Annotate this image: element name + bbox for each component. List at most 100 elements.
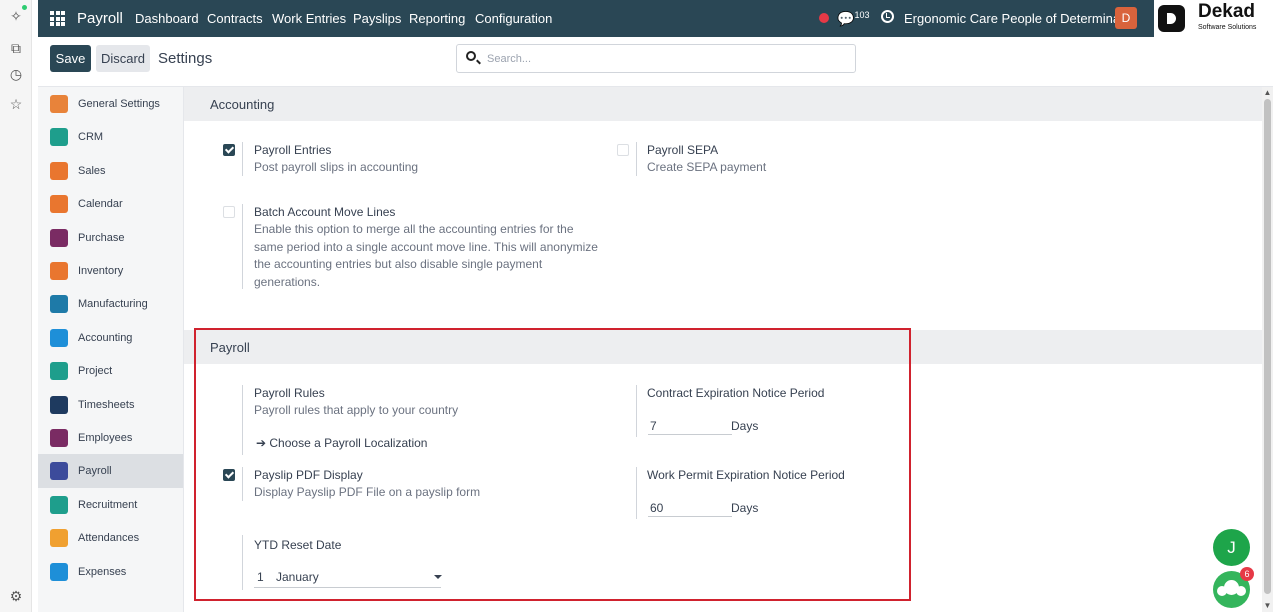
- save-button[interactable]: Save: [50, 45, 91, 72]
- gear-icon[interactable]: ⚙: [8, 588, 24, 604]
- sidebar-item-inventory[interactable]: Inventory: [38, 254, 183, 288]
- history-icon[interactable]: ◷: [8, 66, 24, 82]
- purchase-icon: [50, 228, 68, 247]
- sidebar-item-general-settings[interactable]: General Settings: [38, 87, 183, 121]
- payroll-sepa-checkbox[interactable]: [617, 144, 629, 156]
- people-icon: [1224, 580, 1239, 595]
- chat-icon[interactable]: 💬103: [837, 10, 869, 28]
- menu-dashboard[interactable]: Dashboard: [135, 11, 199, 26]
- payroll-icon: [50, 462, 68, 481]
- sidebar-item-label: Calendar: [78, 198, 123, 211]
- divider: [242, 142, 243, 176]
- batch-desc-line: the accounting entries but also disable …: [254, 257, 543, 271]
- recording-indicator-icon[interactable]: [819, 13, 829, 23]
- scrollbar[interactable]: ▲ ▼: [1262, 87, 1273, 612]
- menu-configuration[interactable]: Configuration: [475, 11, 552, 26]
- menu-reporting[interactable]: Reporting: [409, 11, 465, 26]
- batch-move-lines-title: Batch Account Move Lines: [254, 205, 396, 219]
- payroll-sepa-title: Payroll SEPA: [647, 143, 719, 157]
- sidebar-item-project[interactable]: Project: [38, 354, 183, 388]
- scroll-down-icon[interactable]: ▼: [1263, 601, 1272, 610]
- contract-notice-input[interactable]: [648, 417, 732, 435]
- user-avatar[interactable]: D: [1115, 7, 1137, 29]
- ytd-month: January: [276, 570, 319, 584]
- accounting-icon: [50, 328, 68, 347]
- sidebar-item-accounting[interactable]: Accounting: [38, 321, 183, 355]
- sparkle-icon[interactable]: ✧: [8, 8, 24, 24]
- payroll-entries-checkbox[interactable]: [223, 144, 235, 156]
- accounting-section-header: Accounting: [184, 87, 1262, 121]
- scroll-up-icon[interactable]: ▲: [1263, 88, 1272, 97]
- sidebar-item-sales[interactable]: Sales: [38, 154, 183, 188]
- batch-desc-line: generations.: [254, 274, 321, 289]
- accounting-section-title: Accounting: [210, 97, 275, 112]
- expenses-icon: [50, 562, 68, 581]
- company-switcher[interactable]: Ergonomic Care People of Determina...: [904, 11, 1131, 26]
- collections-icon[interactable]: ⧉: [8, 40, 24, 56]
- sidebar-item-label: Project: [78, 365, 113, 378]
- sidebar-item-manufacturing[interactable]: Manufacturing: [38, 287, 183, 321]
- sidebar-item-purchase[interactable]: Purchase: [38, 221, 183, 255]
- sidebar-item-employees[interactable]: Employees: [38, 421, 183, 455]
- sidebar-item-label: Expenses: [78, 565, 127, 578]
- batch-move-lines-desc: Enable this option to merge all the acco…: [254, 221, 614, 291]
- sidebar-item-timesheets[interactable]: Timesheets: [38, 388, 183, 422]
- divider: [636, 142, 637, 176]
- favorites-icon[interactable]: ☆: [8, 96, 24, 112]
- discard-button[interactable]: Discard: [96, 45, 150, 72]
- page-title: Settings: [158, 50, 213, 67]
- settings-content: Accounting Payroll Entries Post payroll …: [184, 87, 1262, 612]
- arrow-right-icon: ➔: [256, 436, 270, 450]
- settings-sidebar: General Settings CRM Sales Calendar Purchase…: [38, 87, 184, 612]
- divider: [242, 535, 243, 590]
- contract-notice-title: Contract Expiration Notice Period: [647, 386, 825, 400]
- scrollbar-thumb[interactable]: [1264, 99, 1271, 594]
- menu-payslips[interactable]: Payslips: [353, 11, 401, 26]
- employees-icon: [50, 429, 68, 447]
- sidebar-item-recruitment[interactable]: Recruitment: [38, 488, 183, 522]
- payroll-sepa-desc: Create SEPA payment: [647, 160, 767, 174]
- menu-contracts[interactable]: Contracts: [207, 11, 263, 26]
- payroll-entries-desc: Post payroll slips in accounting: [254, 160, 419, 174]
- chevron-down-icon: [434, 575, 442, 579]
- sidebar-item-label: Inventory: [78, 265, 124, 277]
- sidebar-item-label: Timesheets: [78, 398, 135, 411]
- search-box[interactable]: [456, 44, 856, 73]
- choose-localization-link[interactable]: ➔ Choose a Payroll Localization: [256, 436, 427, 450]
- batch-move-lines-checkbox[interactable]: [223, 206, 235, 218]
- sidebar-item-label: Employees: [78, 432, 133, 444]
- j-chat-bubble[interactable]: J: [1213, 529, 1250, 566]
- payroll-rules-title: Payroll Rules: [254, 386, 325, 400]
- dekad-logo: Dekad Software Solutions: [1154, 0, 1273, 37]
- work-permit-notice-title: Work Permit Expiration Notice Period: [647, 468, 845, 482]
- app-name[interactable]: Payroll: [77, 10, 123, 27]
- divider: [636, 385, 637, 437]
- sidebar-item-crm[interactable]: CRM: [38, 120, 183, 154]
- ytd-reset-date-select[interactable]: 1 January: [254, 567, 442, 588]
- sidebar-item-attendances[interactable]: Attendances: [38, 521, 183, 555]
- payroll-section-header: Payroll: [184, 330, 1262, 364]
- control-panel: Save Discard Settings: [38, 37, 1273, 87]
- browser-side-strip: ✧ ⧉ ◷ ☆ ⚙: [0, 0, 32, 612]
- notification-badge: 6: [1240, 567, 1254, 581]
- divider: [242, 467, 243, 501]
- sidebar-item-payroll[interactable]: Payroll: [38, 454, 183, 489]
- payslip-pdf-display-title: Payslip PDF Display: [254, 468, 363, 482]
- batch-desc-line: Enable this option to merge all the acco…: [254, 222, 574, 236]
- payroll-section-title: Payroll: [210, 340, 250, 355]
- sidebar-item-calendar[interactable]: Calendar: [38, 187, 183, 221]
- top-navbar: Payroll Dashboard Contracts Work Entries…: [38, 0, 1273, 37]
- search-input[interactable]: [487, 49, 847, 69]
- sidebar-item-label: Purchase: [78, 231, 125, 244]
- menu-work-entries[interactable]: Work Entries: [272, 11, 346, 26]
- payslip-pdf-display-checkbox[interactable]: [223, 469, 235, 481]
- status-dot: [22, 5, 27, 10]
- inventory-icon: [50, 262, 68, 280]
- apps-menu-icon[interactable]: [50, 11, 65, 26]
- activity-clock-icon[interactable]: [881, 10, 894, 23]
- contract-notice-unit: Days: [731, 419, 759, 433]
- dekad-logo-icon: [1158, 5, 1185, 32]
- work-permit-notice-input[interactable]: [648, 499, 732, 517]
- recruitment-icon: [50, 495, 68, 514]
- sidebar-item-expenses[interactable]: Expenses: [38, 555, 183, 589]
